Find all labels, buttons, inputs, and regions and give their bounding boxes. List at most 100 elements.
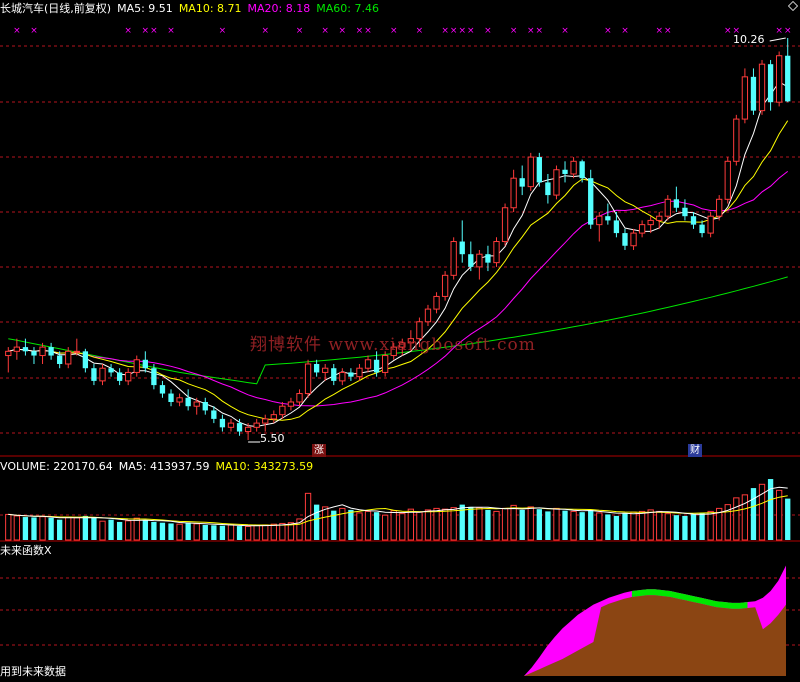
candle-body [57,355,63,364]
volume-bar [193,523,200,541]
event-mark-up[interactable]: 涨 [312,444,326,457]
volume-bar [390,510,397,541]
indicator-footer: 用到未来数据 [0,665,66,678]
diamond-icon[interactable] [788,1,798,11]
volume-bar [151,521,157,540]
volume-bar [416,511,423,541]
candle-body [13,346,21,352]
candle-body [758,63,766,112]
volume-bar [356,512,363,541]
candle-body [613,220,620,234]
top-marker: × [167,26,175,36]
volume-bar [176,523,183,541]
volume-bar [5,513,12,541]
volume-bar [613,515,620,540]
volume-bar [108,519,114,540]
volume-bar [348,509,354,540]
candle-body [441,274,449,297]
volume-bar [381,514,389,541]
volume-bar [424,509,432,541]
candle-body [82,351,89,369]
volume-bar [48,517,54,540]
candle-body [168,393,174,402]
event-mark-finance[interactable]: 财 [688,444,702,457]
top-marker: × [527,26,535,36]
volume-bar [244,525,252,541]
volume-bar [313,504,320,540]
main-panel-header: 长城汽车(日线,前复权) MA5: 9.51 MA10: 8.71 MA20: 8.1… [0,0,385,15]
candle-body [236,423,243,432]
candle-body [5,350,12,357]
top-marker: × [510,26,518,36]
volume-bar [211,525,217,540]
candle-body [193,401,200,407]
volume-bar [91,517,97,540]
candle-body [682,207,688,217]
top-marker: × [467,26,475,36]
candle-body [741,76,749,120]
volume-bar [364,510,372,541]
volume-bar [202,524,208,540]
candle-body [176,397,183,403]
top-marker: × [484,26,492,36]
top-marker: × [621,26,629,36]
top-marker: × [390,26,398,36]
low-price-label: 5.50 [260,432,285,445]
candle-body [296,393,303,403]
ma20-readout: MA20: 8.18 [247,2,311,15]
top-marker: × [261,26,269,36]
candle-body [485,254,491,263]
candle-body [605,216,611,221]
volume-bar [605,514,611,540]
top-marker: × [13,26,21,36]
candle-body [596,215,603,226]
volume-bar [82,515,89,540]
candle-body [424,308,432,323]
candle-body [647,219,654,226]
high-pointer [769,37,786,42]
volume-bar [296,518,303,541]
candle-body [125,371,132,382]
volume-bar [31,517,37,540]
indicator-title: 未来函数X [0,544,52,557]
volume-bar [562,510,568,540]
volume-bar [690,514,697,540]
candle-body [99,367,106,382]
volume-bar [236,526,243,540]
ma60-readout: MA60: 7.46 [316,2,379,15]
top-marker: × [784,26,792,36]
candle-body [767,64,774,103]
candle-body [219,418,226,428]
candle-body [716,198,723,217]
top-marker: × [655,26,663,36]
candle-body [750,76,757,111]
candle-body [227,422,235,428]
candle-body [381,355,389,373]
volume-bar [279,522,286,541]
volume-bar [39,516,46,541]
volume-bar [656,510,663,541]
candle-body [185,397,191,407]
candle-body [356,367,363,378]
volume-bar [65,516,72,541]
candle-body [31,351,37,356]
volume-bar [116,521,123,540]
candle-body [493,241,500,264]
candle-body [536,157,542,183]
volume-bar [133,517,140,541]
candle-body [724,160,731,200]
volume-bar [99,520,106,541]
volume-bar [407,508,415,541]
volume-bar [322,506,329,541]
stock-chart-window: × × × × × × × × × × × × × × × × × × × × × × × × × × × × × × × × 长城汽车(日线… [0,0,800,682]
volume-bar [510,504,517,541]
volume-bar [399,513,406,541]
candle-body [279,405,286,416]
volume-panel-header: VOLUME: 220170.64 MA5: 413937.59 MA10: 343… [0,460,319,474]
volume-ma5-readout: MA5: 413937.59 [118,460,210,473]
candle-body [510,177,517,209]
top-marker: × [536,26,544,36]
candle-body [707,215,714,234]
volume-bar [579,512,585,540]
top-marker: × [458,26,466,36]
